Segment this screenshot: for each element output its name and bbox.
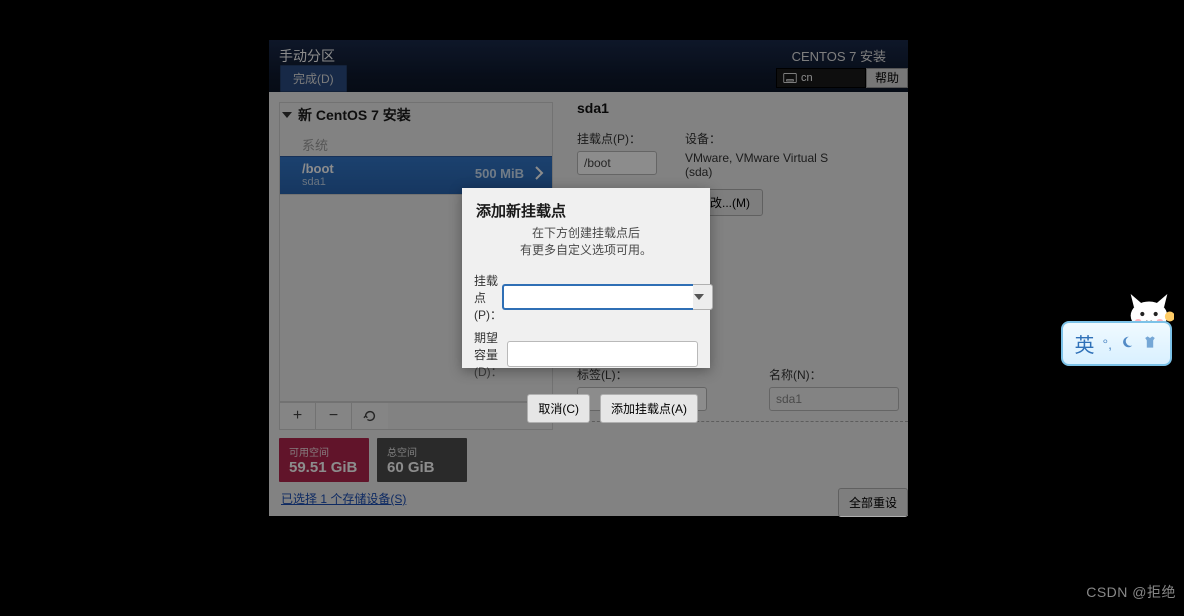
dialog-mount-label: 挂载点(P)：: [474, 272, 502, 323]
done-button[interactable]: 完成(D): [280, 65, 347, 92]
scheme-selector[interactable]: 新 CentOS 7 安装: [279, 102, 553, 129]
free-space-card: 可用空间 59.51 GiB: [279, 438, 369, 482]
storage-devices-link[interactable]: 已选择 1 个存储设备(S): [281, 492, 406, 506]
dialog-title: 添加新挂载点: [462, 188, 710, 223]
device-desc: VMware, VMware Virtual S (sda): [685, 151, 835, 179]
dialog-subtitle-line2: 有更多自定义选项可用。: [520, 243, 652, 257]
mount-point-dropdown-button[interactable]: [693, 284, 713, 310]
mount-point-label: 挂载点(P)：: [577, 130, 657, 147]
dialog-mount-input[interactable]: [502, 284, 693, 310]
caret-down-icon: [282, 112, 292, 118]
add-mount-point-dialog: 添加新挂载点 在下方创建挂载点后 有更多自定义选项可用。 挂载点(P)： 期望容…: [462, 188, 710, 368]
dialog-subtitle: 在下方创建挂载点后 有更多自定义选项可用。: [462, 223, 710, 266]
help-button[interactable]: 帮助: [866, 68, 908, 88]
dialog-capacity-input[interactable]: [507, 341, 698, 367]
remove-partition-button[interactable]: −: [316, 403, 352, 429]
product-label: CENTOS 7 安装: [792, 46, 908, 65]
name-group: 名称(N)：: [769, 366, 899, 411]
name-label: 名称(N)：: [769, 366, 899, 383]
total-space-label: 总空间: [387, 444, 457, 459]
dialog-mount-row: 挂载点(P)：: [474, 272, 698, 323]
partition-size: 500 MiB: [475, 166, 524, 181]
ime-punct-icon[interactable]: °,: [1103, 336, 1113, 352]
space-summary: 可用空间 59.51 GiB 总空间 60 GiB: [279, 430, 553, 482]
add-partition-button[interactable]: +: [280, 403, 316, 429]
ime-mode-label[interactable]: 英: [1075, 329, 1095, 358]
dialog-form: 挂载点(P)： 期望容量(D)：: [462, 272, 710, 380]
total-space-value: 60 GiB: [387, 459, 457, 476]
dialog-cancel-button[interactable]: 取消(C): [527, 394, 590, 423]
caret-down-icon: [694, 294, 704, 300]
ime-toolbar[interactable]: 英 °,: [1061, 321, 1173, 366]
dialog-capacity-label: 期望容量(D)：: [474, 329, 507, 380]
keyboard-layout-text: cn: [801, 72, 813, 84]
reset-all-button[interactable]: 全部重设: [838, 488, 908, 517]
mount-point-combo: [502, 284, 713, 310]
device-label: 设备：: [685, 130, 835, 147]
system-group-label: 系统: [280, 129, 552, 156]
chevron-right-icon: [534, 165, 544, 186]
ime-shirt-icon[interactable]: [1142, 335, 1158, 352]
keyboard-icon: [783, 73, 797, 83]
storage-link-row: 已选择 1 个存储设备(S): [279, 482, 553, 508]
keyboard-indicator[interactable]: cn: [776, 68, 866, 88]
name-input[interactable]: [769, 387, 899, 411]
free-space-value: 59.51 GiB: [289, 459, 359, 476]
page-title: 手动分区: [269, 40, 335, 66]
dialog-subtitle-line1: 在下方创建挂载点后: [532, 226, 640, 240]
partition-list: 系统 /boot sda1 500 MiB: [279, 129, 553, 195]
header-right: CENTOS 7 安装: [792, 46, 908, 65]
ime-bar: 英 °,: [1061, 321, 1173, 366]
dialog-confirm-button[interactable]: 添加挂载点(A): [600, 394, 698, 423]
header-bar: 手动分区 完成(D) CENTOS 7 安装 cn 帮助: [269, 40, 908, 92]
refresh-icon: [363, 407, 377, 424]
dialog-button-row: 取消(C) 添加挂载点(A): [462, 380, 710, 423]
refresh-button[interactable]: [352, 403, 388, 429]
dialog-capacity-row: 期望容量(D)：: [474, 329, 698, 380]
watermark: CSDN @拒绝: [1086, 582, 1176, 602]
total-space-card: 总空间 60 GiB: [377, 438, 467, 482]
free-space-label: 可用空间: [289, 444, 359, 459]
partition-heading: sda1: [577, 100, 908, 116]
mount-point-input[interactable]: [577, 151, 657, 175]
scheme-heading: 新 CentOS 7 安装: [298, 105, 411, 125]
ime-moon-icon[interactable]: [1120, 335, 1134, 352]
